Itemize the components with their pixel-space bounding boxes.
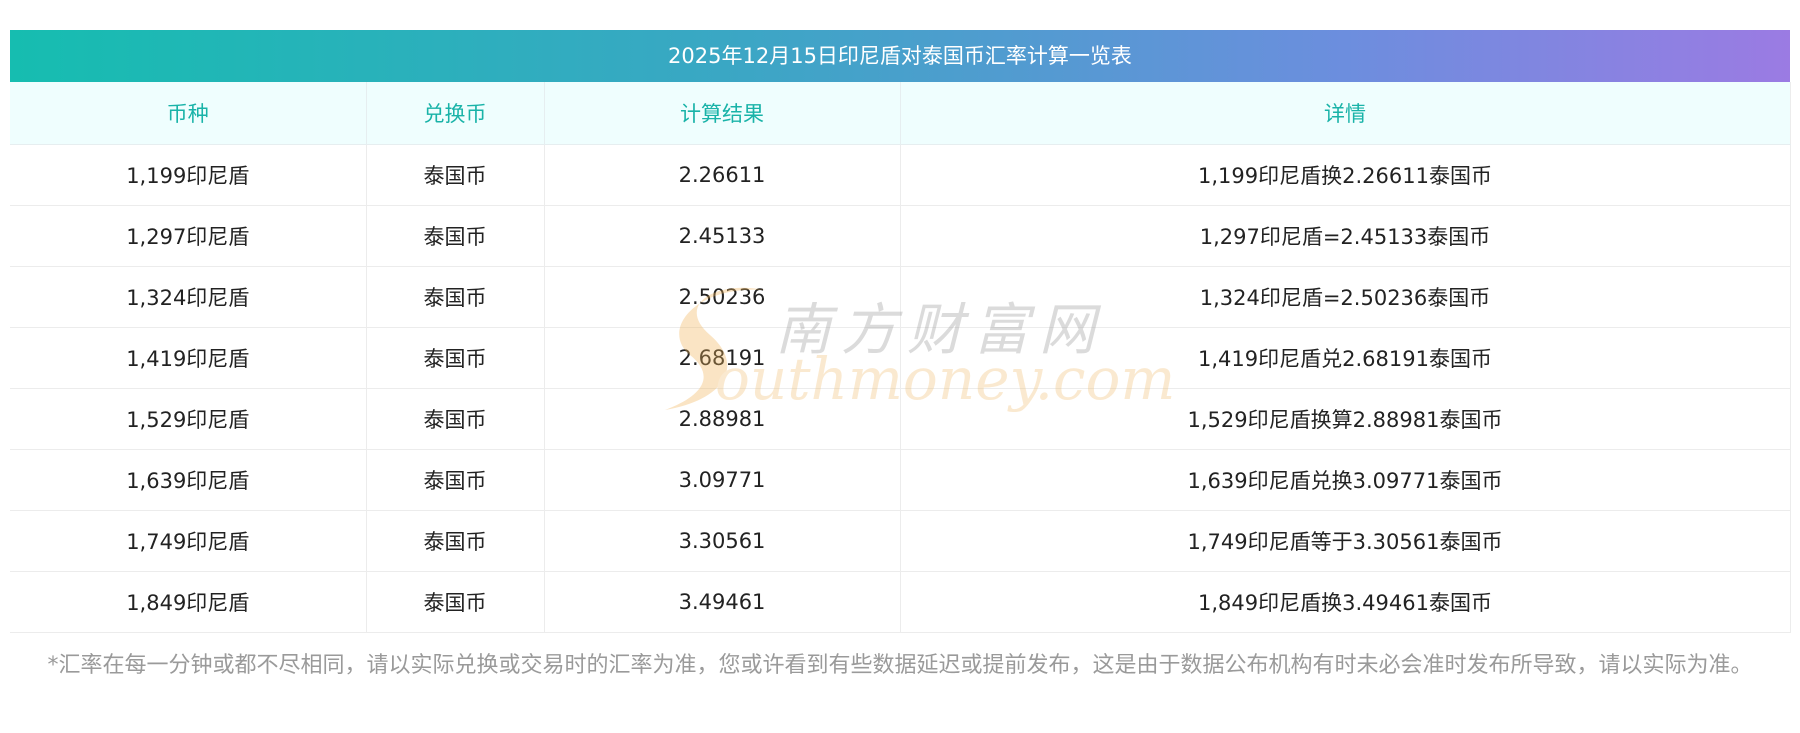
cell-result: 2.45133 <box>544 205 901 267</box>
cell-target: 泰国币 <box>366 571 545 633</box>
table-row: 1,419印尼盾 泰国币 2.68191 1,419印尼盾兑2.68191泰国币 <box>10 327 1791 389</box>
cell-currency: 1,297印尼盾 <box>10 205 367 267</box>
cell-currency: 1,199印尼盾 <box>10 144 367 206</box>
cell-detail: 1,849印尼盾换3.49461泰国币 <box>900 571 1791 633</box>
cell-target: 泰国币 <box>366 388 545 450</box>
cell-result: 2.26611 <box>544 144 901 206</box>
cell-result: 3.09771 <box>544 449 901 511</box>
cell-currency: 1,749印尼盾 <box>10 510 367 572</box>
cell-currency: 1,849印尼盾 <box>10 571 367 633</box>
cell-target: 泰国币 <box>366 449 545 511</box>
rate-table: 币种 兑换币 计算结果 详情 1,199印尼盾 泰国币 2.26611 1,19… <box>10 82 1791 633</box>
header-result: 计算结果 <box>544 82 901 145</box>
cell-result: 3.49461 <box>544 571 901 633</box>
cell-target: 泰国币 <box>366 510 545 572</box>
table-row: 1,749印尼盾 泰国币 3.30561 1,749印尼盾等于3.30561泰国… <box>10 510 1791 572</box>
table-row: 1,199印尼盾 泰国币 2.26611 1,199印尼盾换2.26611泰国币 <box>10 144 1791 206</box>
cell-target: 泰国币 <box>366 144 545 206</box>
cell-target: 泰国币 <box>366 327 545 389</box>
cell-detail: 1,419印尼盾兑2.68191泰国币 <box>900 327 1791 389</box>
cell-result: 2.50236 <box>544 266 901 328</box>
cell-currency: 1,324印尼盾 <box>10 266 367 328</box>
header-target: 兑换币 <box>366 82 545 145</box>
table-row: 1,529印尼盾 泰国币 2.88981 1,529印尼盾换算2.88981泰国… <box>10 388 1791 450</box>
table-title: 2025年12月15日印尼盾对泰国币汇率计算一览表 <box>10 30 1790 82</box>
cell-result: 2.68191 <box>544 327 901 389</box>
cell-detail: 1,297印尼盾=2.45133泰国币 <box>900 205 1791 267</box>
table-row: 1,849印尼盾 泰国币 3.49461 1,849印尼盾换3.49461泰国币 <box>10 571 1791 633</box>
cell-target: 泰国币 <box>366 266 545 328</box>
cell-result: 3.30561 <box>544 510 901 572</box>
cell-detail: 1,529印尼盾换算2.88981泰国币 <box>900 388 1791 450</box>
disclaimer-footnote: *汇率在每一分钟或都不尽相同，请以实际兑换或交易时的汇率为准，您或许看到有些数据… <box>47 653 1753 678</box>
table-row: 1,297印尼盾 泰国币 2.45133 1,297印尼盾=2.45133泰国币 <box>10 205 1791 267</box>
cell-detail: 1,324印尼盾=2.50236泰国币 <box>900 266 1791 328</box>
rate-table-container: 2025年12月15日印尼盾对泰国币汇率计算一览表 币种 兑换币 计算结果 详情… <box>10 30 1791 633</box>
table-row: 1,324印尼盾 泰国币 2.50236 1,324印尼盾=2.50236泰国币 <box>10 266 1791 328</box>
table-row: 1,639印尼盾 泰国币 3.09771 1,639印尼盾兑换3.09771泰国… <box>10 449 1791 511</box>
cell-currency: 1,639印尼盾 <box>10 449 367 511</box>
cell-target: 泰国币 <box>366 205 545 267</box>
cell-currency: 1,419印尼盾 <box>10 327 367 389</box>
cell-detail: 1,639印尼盾兑换3.09771泰国币 <box>900 449 1791 511</box>
header-detail: 详情 <box>900 82 1791 145</box>
cell-detail: 1,199印尼盾换2.26611泰国币 <box>900 144 1791 206</box>
header-currency: 币种 <box>10 82 367 145</box>
table-header-row: 币种 兑换币 计算结果 详情 <box>10 82 1791 145</box>
cell-detail: 1,749印尼盾等于3.30561泰国币 <box>900 510 1791 572</box>
cell-currency: 1,529印尼盾 <box>10 388 367 450</box>
cell-result: 2.88981 <box>544 388 901 450</box>
